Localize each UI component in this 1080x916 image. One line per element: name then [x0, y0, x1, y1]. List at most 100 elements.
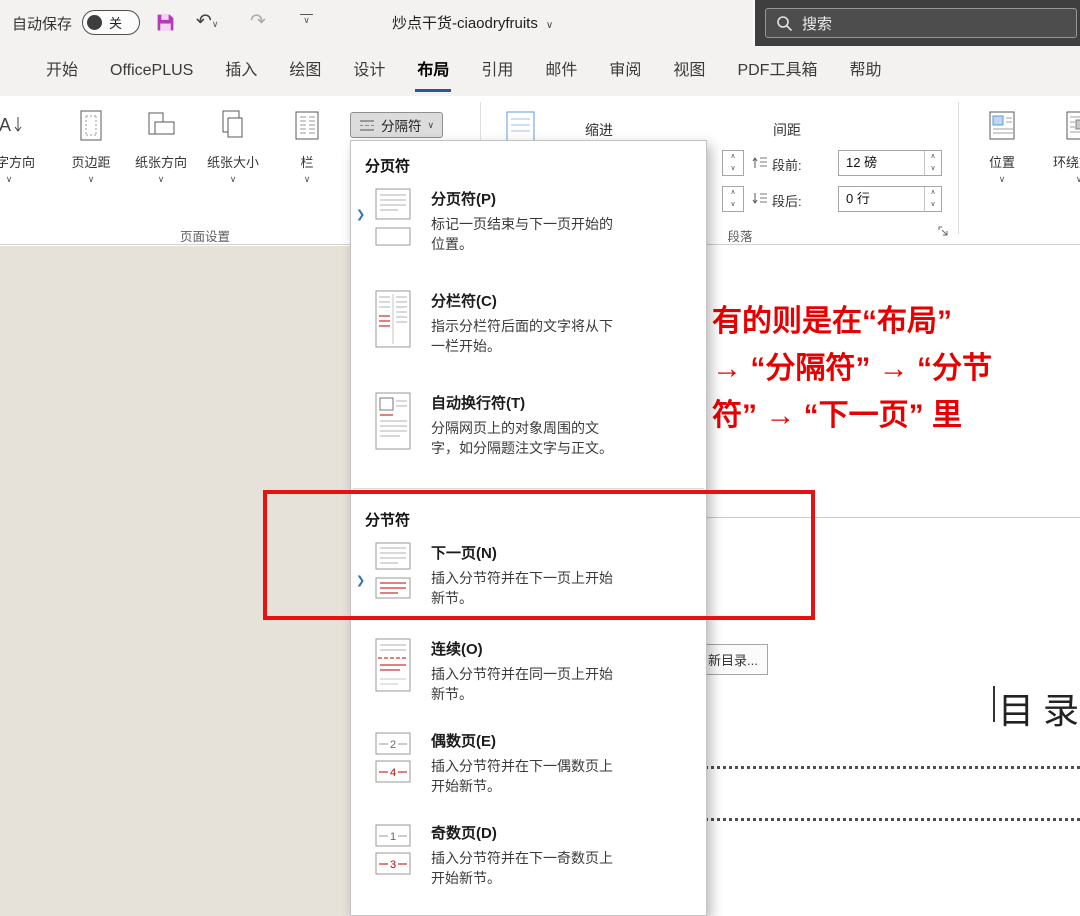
- position-icon: [987, 106, 1017, 146]
- next-page-break-icon: [371, 542, 417, 600]
- chevron-down-icon: ∨: [5, 174, 13, 184]
- text-direction-icon: A: [0, 106, 24, 146]
- menu-item-column-break[interactable]: 分栏符(C) 指示分栏符后面的文字将从下一栏开始。: [351, 280, 706, 382]
- wrap-text-button[interactable]: 环绕文字 ∨: [1044, 106, 1080, 202]
- group-separator: [958, 102, 959, 234]
- page-setup-group-label: 页面设置: [179, 230, 230, 244]
- wrap-text-icon: [1064, 106, 1080, 146]
- search-input[interactable]: 搜索: [765, 8, 1077, 38]
- menu-item-text-wrapping-break[interactable]: 自动换行符(T) 分隔网页上的对象周围的文字，如分隔题注文字与正文。: [351, 382, 706, 484]
- position-button[interactable]: 位置 ∨: [972, 106, 1032, 202]
- autosave-toggle[interactable]: 关: [82, 10, 140, 35]
- space-before-icon: [752, 155, 768, 170]
- tab-officeplus[interactable]: OfficePLUS: [110, 46, 193, 96]
- tab-home[interactable]: 开始: [46, 46, 78, 96]
- chevron-down-icon: ∨: [157, 174, 165, 184]
- paragraph-dialog-launcher-icon[interactable]: [938, 226, 950, 238]
- autosave-label: 自动保存: [12, 16, 73, 33]
- space-before-field[interactable]: 12 磅 ∧ ∨: [838, 150, 942, 176]
- svg-text:1: 1: [390, 831, 396, 843]
- paper-size-icon: [218, 106, 248, 146]
- toc-heading: 目 录: [998, 691, 1080, 731]
- orientation-icon: [146, 106, 176, 146]
- ribbon-tab-bar: 开始 OfficePLUS 插入 绘图 设计 布局 引用 邮件 审阅 视图 PD…: [0, 46, 1080, 121]
- menu-separator: [353, 488, 704, 497]
- search-label: 搜索: [802, 15, 833, 33]
- new-toc-button[interactable]: 新目录...: [698, 644, 768, 675]
- menu-item-continuous[interactable]: 连续(O) 插入分节符并在同一页上开始新节。: [351, 628, 706, 720]
- chevron-down-icon: ∨: [998, 174, 1006, 184]
- margins-icon: [76, 106, 106, 146]
- menu-item-page-break[interactable]: ❯ 分页符(P) 标记一页结束与下一页开始的位置。: [351, 178, 706, 280]
- search-icon: [776, 15, 793, 32]
- continuous-break-icon: [371, 638, 417, 696]
- menu-item-next-page[interactable]: ❯ 下一页(N) 插入分节符并在下一页上开始新节。: [351, 532, 706, 628]
- tab-pdf-tools[interactable]: PDF工具箱: [737, 46, 817, 96]
- space-before-stepper[interactable]: ∧ ∨: [924, 151, 941, 175]
- even-page-break-icon: 24: [371, 730, 417, 788]
- chevron-down-icon: ∨: [303, 174, 311, 184]
- section-breaks-header: 分节符: [365, 512, 411, 529]
- text-wrapping-break-icon: [371, 392, 417, 450]
- indent-label: 缩进: [585, 122, 613, 138]
- document-title[interactable]: 炒点干货-ciaodryfruits ∨: [392, 12, 553, 33]
- page-breaks-header: 分页符: [365, 158, 411, 175]
- svg-text:4: 4: [390, 767, 396, 779]
- toc-dot-leader: [705, 766, 1080, 769]
- tab-references[interactable]: 引用: [481, 46, 513, 96]
- annotation-line-2: → “分隔符” → “分节: [712, 352, 993, 385]
- breaks-icon: [359, 119, 375, 132]
- break-marker-icon: ❯: [356, 575, 366, 587]
- toc-dot-leader: [705, 818, 1080, 821]
- title-chevron-icon: ∨: [545, 20, 554, 31]
- column-break-icon: [371, 290, 417, 348]
- columns-button[interactable]: 栏 ∨: [280, 106, 334, 202]
- orientation-button[interactable]: 纸张方向 ∨: [126, 106, 196, 202]
- space-after-stepper[interactable]: ∧ ∨: [924, 187, 941, 211]
- chevron-down-icon: ∨: [87, 174, 95, 184]
- indent-left-spinner[interactable]: ∧ ∨: [722, 150, 744, 176]
- tab-layout[interactable]: 布局: [415, 46, 452, 96]
- annotation-line-1: 有的则是在“布局”: [712, 305, 952, 338]
- tab-insert[interactable]: 插入: [225, 46, 257, 96]
- columns-icon: [292, 106, 322, 146]
- tab-mailings[interactable]: 邮件: [545, 46, 577, 96]
- search-panel: 搜索: [753, 0, 1080, 46]
- svg-text:A: A: [0, 115, 11, 135]
- chevron-down-icon: ∨: [427, 119, 435, 130]
- breaks-dropdown-menu: 分页符 ❯ 分页符(P) 标记一页结束与下一页开始的位置。 分栏符(C) 指示分…: [350, 140, 707, 916]
- autosave-state: 关: [109, 16, 123, 31]
- tab-draw[interactable]: 绘图: [289, 46, 321, 96]
- paper-size-button[interactable]: 纸张大小 ∨: [198, 106, 268, 202]
- undo-icon[interactable]: ↶∨: [196, 10, 219, 36]
- more-commands-icon[interactable]: ∨: [300, 14, 313, 26]
- margins-button[interactable]: 页边距 ∨: [56, 106, 126, 202]
- chevron-down-icon: ∨: [229, 174, 237, 184]
- tab-help[interactable]: 帮助: [849, 46, 881, 96]
- text-direction-button[interactable]: A 文字方向 ∨: [0, 106, 44, 202]
- tab-view[interactable]: 视图: [673, 46, 705, 96]
- space-after-icon: [752, 191, 768, 206]
- svg-text:2: 2: [390, 739, 396, 751]
- redo-icon[interactable]: ↷: [250, 10, 266, 34]
- tab-design[interactable]: 设计: [353, 46, 385, 96]
- break-marker-icon: ❯: [356, 209, 366, 221]
- space-after-field[interactable]: 0 行 ∧ ∨: [838, 186, 942, 212]
- breaks-button[interactable]: 分隔符 ∨: [350, 112, 444, 138]
- menu-item-odd-page[interactable]: 13 奇数页(D) 插入分节符并在下一奇数页上开始新节。: [351, 812, 706, 904]
- toggle-knob-icon: [87, 15, 102, 30]
- title-bar: 自动保存 关 ↶∨ ↷ ∨ 炒点干货-ciaodryfruits ∨ 搜索: [0, 0, 1080, 46]
- menu-item-even-page[interactable]: 24 偶数页(E) 插入分节符并在下一偶数页上开始新节。: [351, 720, 706, 812]
- chevron-down-icon: ∨: [1075, 174, 1080, 184]
- spacing-label: 间距: [773, 122, 801, 138]
- odd-page-break-icon: 13: [371, 822, 417, 880]
- annotation-line-3: 符” → “下一页” 里: [712, 399, 963, 432]
- space-before-label: 段前:: [772, 158, 802, 173]
- save-icon[interactable]: [155, 12, 176, 33]
- indent-right-spinner[interactable]: ∧ ∨: [722, 186, 744, 212]
- svg-text:3: 3: [390, 859, 396, 871]
- page-break-icon: [371, 188, 417, 246]
- space-after-label: 段后:: [772, 194, 802, 209]
- text-cursor: [993, 686, 995, 722]
- tab-review[interactable]: 审阅: [609, 46, 641, 96]
